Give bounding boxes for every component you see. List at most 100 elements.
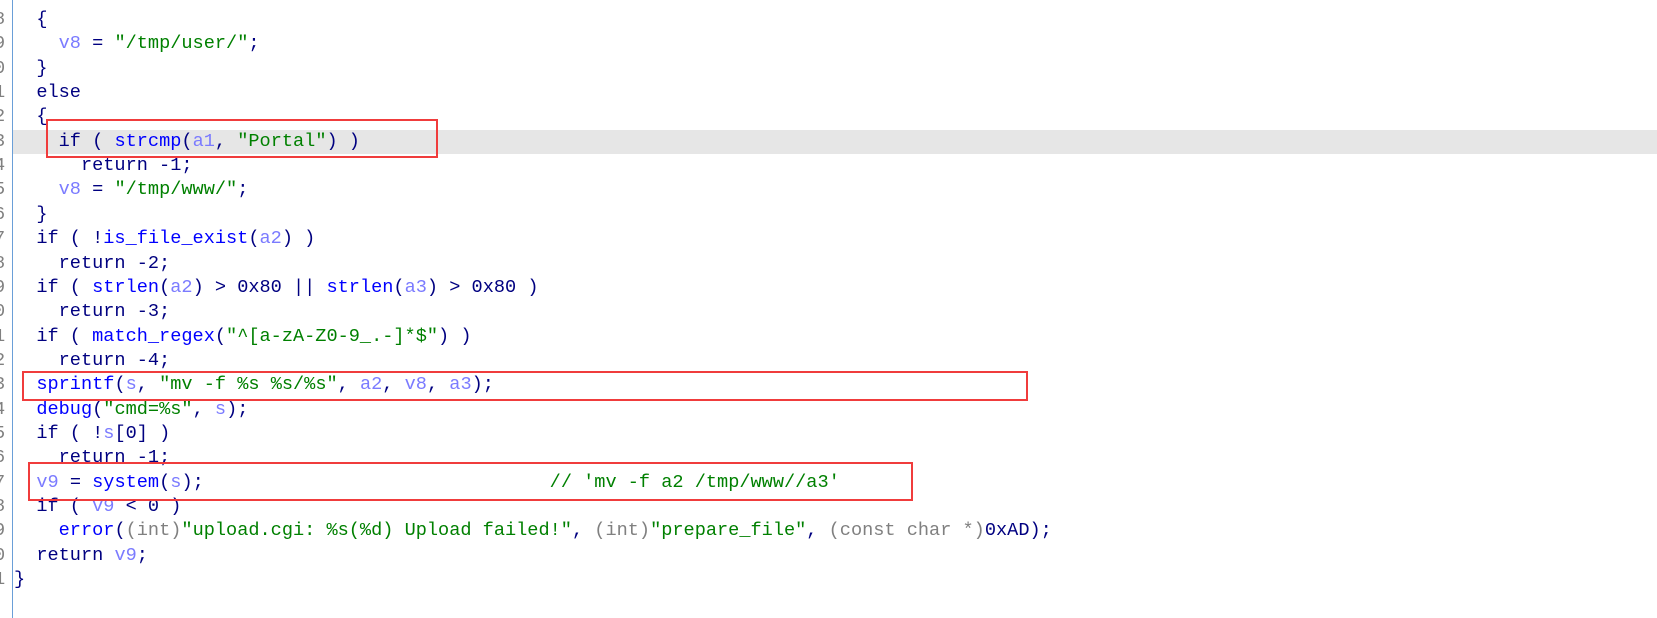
line-number: 1 <box>0 81 12 105</box>
code-line[interactable]: 2 return -4; <box>0 349 1657 373</box>
code-token-str: "/tmp/user/" <box>114 33 249 55</box>
code-token-pn: = <box>80 33 115 55</box>
code-token-pn: [0] ) <box>114 422 171 444</box>
code-text: v8 = "/tmp/www/"; <box>14 178 249 202</box>
code-line[interactable]: 6 } <box>0 203 1657 227</box>
code-line[interactable]: 9 v8 = "/tmp/user/"; <box>0 32 1657 56</box>
line-number: 3 <box>0 130 12 154</box>
code-text: } <box>14 57 47 81</box>
line-number: 0 <box>0 300 12 324</box>
code-line[interactable]: 1 if ( match_regex("^[a-zA-Z0-9_.-]*$") … <box>0 325 1657 349</box>
code-token-cast: (int) <box>594 520 651 542</box>
code-line[interactable]: 9 if ( strlen(a2) > 0x80 || strlen(a3) >… <box>0 276 1657 300</box>
code-text: { <box>14 105 47 129</box>
line-number: 6 <box>0 203 12 227</box>
code-token-kw: else <box>14 82 81 104</box>
code-token-var: v8 <box>58 179 81 201</box>
line-number: 9 <box>0 519 12 543</box>
code-token-kw: return -1; <box>14 155 193 177</box>
code-token-pn: ) ) <box>281 228 316 250</box>
code-line[interactable]: 0 return v9; <box>0 544 1657 568</box>
code-text: error((int)"upload.cgi: %s(%d) Upload fa… <box>14 519 1052 543</box>
code-token-pn: ; <box>136 544 148 566</box>
code-text: if ( match_regex("^[a-zA-Z0-9_.-]*$") ) <box>14 325 471 349</box>
code-token-var: v9 <box>114 544 137 566</box>
code-token-pn: ); <box>226 398 249 420</box>
code-token-kw: if ( ! <box>14 422 104 444</box>
code-line[interactable]: 0 return -3; <box>0 300 1657 324</box>
code-token-kw: if ( <box>14 276 93 298</box>
code-token-pn: ( <box>159 276 171 298</box>
code-token-pn: , <box>806 520 829 542</box>
code-token-pn: } <box>14 57 48 79</box>
code-token-pn <box>14 33 59 54</box>
code-token-pn: } <box>14 569 26 591</box>
line-number: 9 <box>0 32 12 56</box>
code-token-str: "upload.cgi: %s(%d) Upload failed!" <box>181 520 572 542</box>
code-token-cast: (const char *) <box>828 520 985 542</box>
highlight-box-system <box>28 462 913 501</box>
highlight-box-strcmp <box>46 119 438 158</box>
line-number: 9 <box>0 276 12 300</box>
line-number: 1 <box>0 325 12 349</box>
code-token-pn: 0xAD); <box>984 520 1052 542</box>
code-token-var: a2 <box>259 228 282 250</box>
code-token-kw: return <box>14 544 115 566</box>
code-text: else <box>14 81 81 105</box>
line-number: 0 <box>0 57 12 81</box>
code-token-pn: { <box>14 9 48 30</box>
code-token-kw: return -3; <box>14 301 171 323</box>
code-token-pn: } <box>14 203 48 225</box>
code-token-pn: { <box>14 106 48 128</box>
line-number: 4 <box>0 398 12 422</box>
line-number: 2 <box>0 105 12 129</box>
code-token-fn: debug <box>36 398 93 420</box>
code-line[interactable]: 4 debug("cmd=%s", s); <box>0 398 1657 422</box>
code-token-pn: ; <box>248 33 260 55</box>
line-number: 7 <box>0 227 12 251</box>
line-number: 1 <box>0 568 12 592</box>
code-token-pn: = <box>80 179 115 201</box>
code-token-var: s <box>214 398 227 420</box>
code-token-pn: ( <box>114 520 126 542</box>
code-text: return -2; <box>14 252 171 276</box>
code-token-pn: ( <box>92 398 104 420</box>
code-token-cast: (int) <box>125 520 182 542</box>
code-line[interactable]: 1 else <box>0 81 1657 105</box>
line-number: 0 <box>0 544 12 568</box>
code-line[interactable]: 0 } <box>0 57 1657 81</box>
code-token-str: "cmd=%s" <box>103 398 193 420</box>
line-number: 2 <box>0 349 12 373</box>
code-text: { <box>14 8 47 32</box>
code-token-pn: ( <box>393 276 405 298</box>
code-text: } <box>14 568 25 592</box>
code-text: } <box>14 203 47 227</box>
highlight-box-sprintf <box>22 371 1028 401</box>
code-line[interactable]: 9 error((int)"upload.cgi: %s(%d) Upload … <box>0 519 1657 543</box>
code-token-fn: error <box>58 520 115 542</box>
code-token-kw: return -4; <box>14 349 171 371</box>
code-line[interactable]: 8 return -2; <box>0 252 1657 276</box>
code-line[interactable]: 5 v8 = "/tmp/www/"; <box>0 178 1657 202</box>
code-token-pn: ( <box>248 228 260 250</box>
code-token-pn <box>14 520 59 541</box>
code-token-var: a3 <box>404 276 427 298</box>
code-text: debug("cmd=%s", s); <box>14 398 248 422</box>
code-token-pn: , <box>571 520 595 542</box>
code-token-pn: ) > 0x80 ) <box>426 276 539 298</box>
line-number: 7 <box>0 471 12 495</box>
code-token-var: a2 <box>170 276 193 298</box>
line-number: 5 <box>0 422 12 446</box>
code-line[interactable]: 5 if ( !s[0] ) <box>0 422 1657 446</box>
code-token-str: "prepare_file" <box>650 520 807 542</box>
line-number: 6 <box>0 446 12 470</box>
code-token-pn <box>14 399 36 420</box>
code-line[interactable]: 1} <box>0 568 1657 592</box>
code-token-fn: strlen <box>326 276 394 298</box>
line-number: 8 <box>0 495 12 519</box>
code-token-var: v8 <box>58 33 81 55</box>
code-line[interactable]: 7 if ( !is_file_exist(a2) ) <box>0 227 1657 251</box>
code-line[interactable]: 8 { <box>0 8 1657 32</box>
code-token-pn: , <box>192 398 215 420</box>
code-token-fn: is_file_exist <box>103 228 249 250</box>
